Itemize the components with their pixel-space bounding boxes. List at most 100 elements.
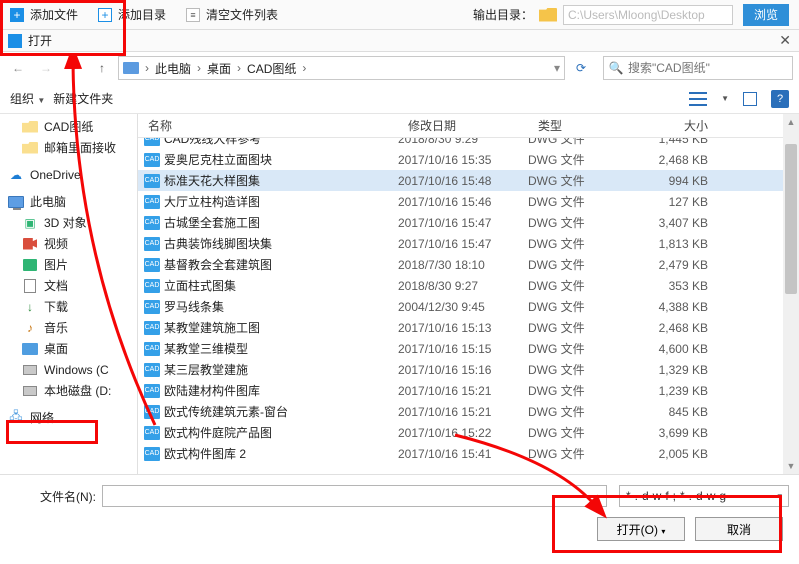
file-row[interactable]: CAD欧式传统建筑元素-窗台2017/10/16 15:21DWG 文件845 … [138, 401, 799, 422]
dwg-file-icon: CAD [144, 195, 160, 209]
file-row[interactable]: CAD欧式构件庭院产品图2017/10/16 15:22DWG 文件3,699 … [138, 422, 799, 443]
tree-label: Windows (C [44, 363, 109, 377]
tree-item-music[interactable]: ♪音乐 [0, 317, 137, 338]
tree-item-3d[interactable]: ▣3D 对象 [0, 212, 137, 233]
chevron-right-icon: › [193, 61, 205, 75]
tree-label: 桌面 [44, 340, 68, 357]
new-folder-button[interactable]: 新建文件夹 [53, 90, 113, 107]
chevron-down-icon: ▾ [777, 491, 782, 502]
chevron-right-icon: › [298, 61, 310, 75]
chevron-right-icon: › [141, 61, 153, 75]
nav-recent-dropdown[interactable]: ▾ [62, 56, 86, 80]
crumb-0[interactable]: 此电脑 [155, 60, 191, 77]
file-type: DWG 文件 [528, 361, 638, 378]
file-row[interactable]: CAD立面柱式图集2018/8/30 9:27DWG 文件353 KB [138, 275, 799, 296]
file-name: 某教堂建筑施工图 [164, 319, 260, 336]
tree-thispc[interactable]: 此电脑 [0, 191, 137, 212]
file-row[interactable]: CAD大厅立柱构造详图2017/10/16 15:46DWG 文件127 KB [138, 191, 799, 212]
folder-icon [22, 141, 38, 155]
dwg-file-icon: CAD [144, 138, 160, 146]
col-type[interactable]: 类型 [528, 117, 638, 134]
nav-back-button[interactable]: ← [6, 56, 30, 80]
nav-up-button[interactable]: ↑ [90, 56, 114, 80]
tree-item[interactable]: 邮箱里面接收 [0, 137, 137, 158]
help-button[interactable]: ? [771, 90, 789, 108]
file-row[interactable]: CAD古典装饰线脚图块集2017/10/16 15:47DWG 文件1,813 … [138, 233, 799, 254]
add-folder-button[interactable]: + 添加目录 [88, 0, 176, 29]
dwg-file-icon: CAD [144, 279, 160, 293]
scrollbar[interactable]: ▲ ▼ [783, 114, 799, 474]
down-icon: ↓ [22, 300, 38, 314]
file-size: 4,388 KB [638, 300, 728, 314]
column-headers[interactable]: 名称 修改日期 类型 大小 [138, 114, 799, 138]
tree-item-pic[interactable]: 图片 [0, 254, 137, 275]
file-row[interactable]: CAD某教堂三维模型2017/10/16 15:15DWG 文件4,600 KB [138, 338, 799, 359]
search-box[interactable]: 🔍 [603, 56, 793, 80]
tree-item-desk[interactable]: 桌面 [0, 338, 137, 359]
file-row[interactable]: CAD古城堡全套施工图2017/10/16 15:47DWG 文件3,407 K… [138, 212, 799, 233]
file-date: 2017/10/16 15:46 [398, 195, 528, 209]
scroll-up-button[interactable]: ▲ [783, 114, 799, 130]
refresh-button[interactable]: ⟳ [569, 56, 593, 80]
tree-item-doc[interactable]: 文档 [0, 275, 137, 296]
tree-item-video[interactable]: 视频 [0, 233, 137, 254]
tree-label: OneDrive [30, 168, 81, 182]
file-row[interactable]: CAD欧式构件图库 22017/10/16 15:41DWG 文件2,005 K… [138, 443, 799, 464]
file-size: 3,407 KB [638, 216, 728, 230]
file-row[interactable]: CAD某教堂建筑施工图2017/10/16 15:13DWG 文件2,468 K… [138, 317, 799, 338]
crumb-1[interactable]: 桌面 [207, 60, 231, 77]
col-name[interactable]: 名称 [138, 117, 398, 134]
file-row[interactable]: CADCAD残线大样参考2018/8/30 9:29DWG 文件1,445 KB [138, 138, 799, 149]
breadcrumb[interactable]: › 此电脑 › 桌面 › CAD图纸 › ▾ [118, 56, 565, 80]
filename-input[interactable] [102, 485, 607, 507]
close-icon[interactable]: ✕ [779, 32, 791, 49]
tree-network[interactable]: 🖧网络 [0, 407, 137, 428]
file-date: 2017/10/16 15:22 [398, 426, 528, 440]
add-file-button[interactable]: + 添加文件 [0, 0, 88, 29]
dwg-file-icon: CAD [144, 321, 160, 335]
file-row[interactable]: CAD欧陆建材构件图库2017/10/16 15:21DWG 文件1,239 K… [138, 380, 799, 401]
scroll-down-button[interactable]: ▼ [783, 458, 799, 474]
col-date[interactable]: 修改日期 [398, 117, 528, 134]
network-icon: 🖧 [8, 411, 24, 425]
file-row[interactable]: CAD标准天花大样图集2017/10/16 15:48DWG 文件994 KB [138, 170, 799, 191]
open-tab[interactable]: 打开 [8, 32, 52, 49]
cancel-button[interactable]: 取消 [695, 517, 783, 541]
col-size[interactable]: 大小 [638, 117, 728, 134]
clear-list-button[interactable]: ≡ 清空文件列表 [176, 0, 288, 29]
file-row[interactable]: CAD罗马线条集2004/12/30 9:45DWG 文件4,388 KB [138, 296, 799, 317]
file-row[interactable]: CAD基督教会全套建筑图2018/7/30 18:10DWG 文件2,479 K… [138, 254, 799, 275]
chevron-down-icon[interactable]: ▼ [721, 94, 729, 103]
file-type: DWG 文件 [528, 319, 638, 336]
browse-button[interactable]: 浏览 [743, 4, 789, 26]
open-button[interactable]: 打开(O) ▾ [597, 517, 685, 541]
file-type-filter[interactable]: *.dwf;*.dwg ▾ [619, 485, 789, 507]
file-type: DWG 文件 [528, 256, 638, 273]
tree-label: 本地磁盘 (D: [44, 382, 111, 399]
file-row[interactable]: CAD某三层教堂建施2017/10/16 15:16DWG 文件1,329 KB [138, 359, 799, 380]
view-list-button[interactable] [689, 92, 707, 106]
scrollbar-thumb[interactable] [785, 144, 797, 294]
file-list[interactable]: CADCAD残线大样参考2018/8/30 9:29DWG 文件1,445 KB… [138, 138, 799, 474]
tree-label: 邮箱里面接收 [44, 139, 116, 156]
file-size: 1,329 KB [638, 363, 728, 377]
dwg-file-icon: CAD [144, 216, 160, 230]
crumb-2[interactable]: CAD图纸 [247, 60, 296, 77]
chevron-down-icon[interactable]: ▾ [554, 61, 560, 75]
file-name: 立面柱式图集 [164, 277, 236, 294]
preview-pane-button[interactable] [743, 92, 757, 106]
file-name: 欧式构件庭院产品图 [164, 424, 272, 441]
tree-item-disk[interactable]: Windows (C [0, 359, 137, 380]
arrow-right-icon: → [40, 61, 52, 75]
file-row[interactable]: CAD爱奥尼克柱立面图块2017/10/16 15:35DWG 文件2,468 … [138, 149, 799, 170]
tree-item-down[interactable]: ↓下载 [0, 296, 137, 317]
folder-tree[interactable]: CAD图纸邮箱里面接收 ☁OneDrive 此电脑 ▣3D 对象视频图片文档↓下… [0, 114, 138, 474]
organize-menu[interactable]: 组织 ▼ [10, 90, 45, 107]
tree-item[interactable]: CAD图纸 [0, 116, 137, 137]
search-input[interactable] [628, 61, 792, 75]
tree-onedrive[interactable]: ☁OneDrive [0, 164, 137, 185]
file-date: 2017/10/16 15:16 [398, 363, 528, 377]
nav-forward-button[interactable]: → [34, 56, 58, 80]
output-path-field[interactable]: C:\Users\Mloong\Desktop [563, 5, 733, 25]
tree-item-disk[interactable]: 本地磁盘 (D: [0, 380, 137, 401]
